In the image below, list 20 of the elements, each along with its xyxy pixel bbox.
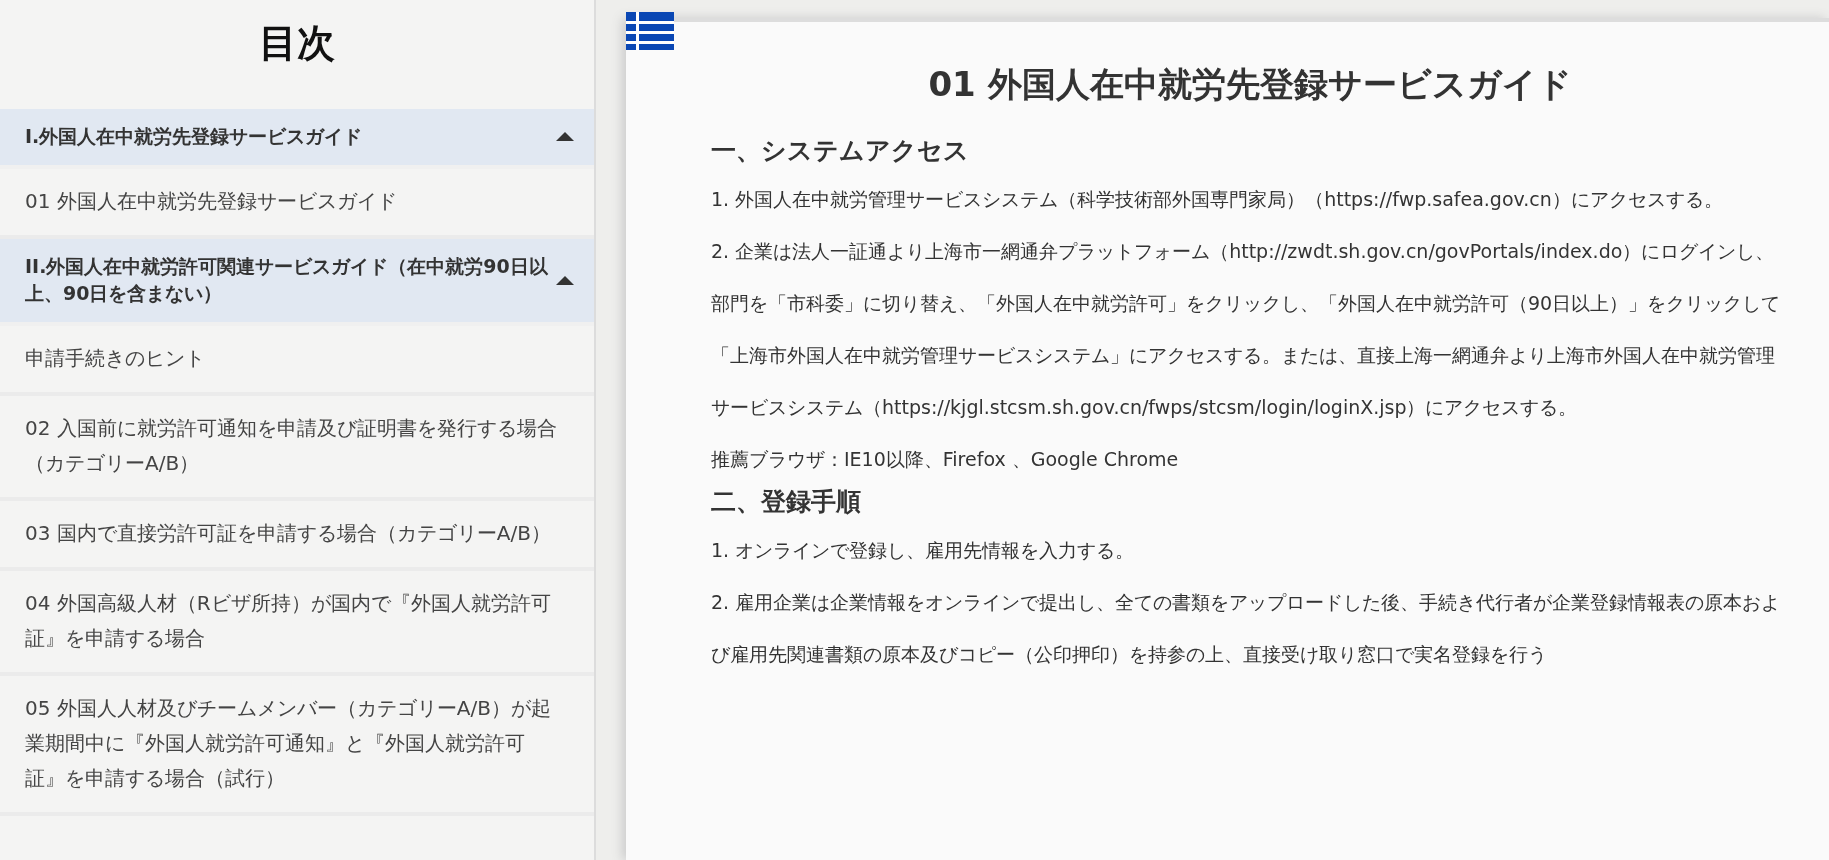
paragraph-text: 推薦ブラウザ：IE10以降、Firefox 、Google Chrome — [711, 447, 1180, 472]
section-heading: 二、登録手順 — [711, 486, 862, 518]
caret-icon — [556, 132, 574, 142]
article-title: 01 外国人在中就労先登録サービスガイド — [927, 63, 1573, 106]
section-title: I.外国人在中就労先登録サービスガイド — [25, 124, 363, 149]
section-title: II.外国人在中就労許可関連サービスガイド（在中就労90日以上、90日を含まない） — [25, 253, 549, 307]
paragraph-text: 2. 企業は法人一証通より上海市一網通弁プラットフォーム（http://zwdt.sh.gov.cn/govPortals/index.do）にログインし、部門を「市科委」に切り替え、「外国人在中就労許可」をクリックし、「外国人在中就労許可（90日以上）」をクリックして「上海市外国人在中就労管理サービスシステム」にアクセスする。または、直接上海一網通弁より上海市外国人在中就労管理サービスシステム（https://kjgl.stcsm.sh.gov.cn/fwps/stcsm/login/loginX.jsp）にアクセスする。 — [711, 239, 1782, 420]
caret-icon — [556, 275, 574, 285]
section-header[interactable]: I.外国人在中就労先登録サービスガイド — [0, 109, 594, 169]
paragraph-text: 1. 外国人在中就労管理サービスシステム（科学技術部外国専門家局）（https://fwp.safea.gov.cn）にアクセスする。 — [711, 187, 1724, 212]
sidebar-item[interactable]: 02 入国前に就労許可通知を申請及び証明書を発行する場合（カテゴリーA/B） — [0, 395, 594, 501]
sidebar-item[interactable]: 申請手続きのヒント — [0, 325, 594, 396]
sidebar-title: 目次 — [258, 20, 336, 67]
section-header[interactable]: II.外国人在中就労許可関連サービスガイド（在中就労90日以上、90日を含まない） — [0, 238, 594, 326]
menu-icon[interactable] — [626, 12, 674, 50]
paragraph-text: 2. 雇用企業は企業情報をオンラインで提出し、全ての書類をアップロードした後、手続き代行者が企業登録情報表の原本および雇用先関連書類の原本及びコピー（公印押印）を持参の上、直接受け取り窓口で実名登録を行う — [711, 590, 1782, 667]
sidebar-item[interactable]: 03 国内で直接労許可証を申請する場合（カテゴリーA/B） — [0, 500, 594, 571]
sidebar-item[interactable]: 04 外国高級人材（Rビザ所持）が国内で『外国人就労許可証』を申請する場合 — [0, 570, 594, 676]
section-heading: 一、システムアクセス — [711, 135, 970, 167]
paragraph-text: 1. オンラインで登録し、雇用先情報を入力する。 — [711, 538, 1136, 563]
